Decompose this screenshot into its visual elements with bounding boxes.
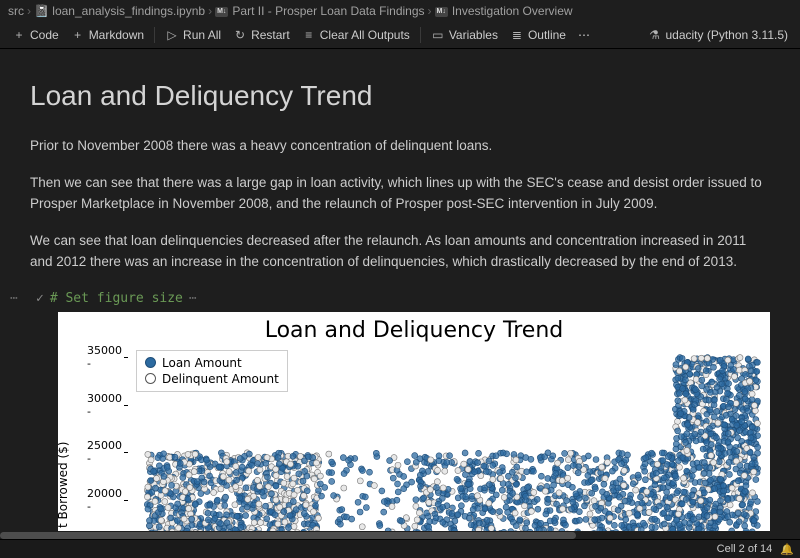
breadcrumb-seg[interactable]: M↓Part II - Prosper Loan Data Findings [215,4,424,18]
chevron-right-icon: › [27,4,31,18]
output-chart: Loan and Deliquency Trend Loan Amount De… [58,312,770,540]
code-preview: # Set figure size [50,291,183,306]
variables-icon: ▭ [431,28,445,42]
legend-marker-icon [145,357,156,368]
restart-button[interactable]: ↻Restart [227,26,296,44]
check-icon: ✓ [36,291,44,306]
kernel-icon: ⚗ [647,28,661,42]
ellipsis-icon: ⋯ [189,291,197,306]
outline-icon: ≣ [510,28,524,42]
breadcrumb-seg[interactable]: src [8,4,24,18]
markdown-icon: M↓ [435,7,448,17]
markdown-heading: Loan and Deliquency Trend [30,80,770,112]
chart-title: Loan and Deliquency Trend [58,312,770,343]
kernel-picker[interactable]: ⚗udacity (Python 3.11.5) [641,26,794,44]
restart-icon: ↻ [233,28,247,42]
chart-ytick: 20000 - [87,487,122,513]
collapsed-code-cell[interactable]: ⋯ ✓ # Set figure size ⋯ [36,291,770,306]
clear-outputs-button[interactable]: ≡Clear All Outputs [296,26,416,44]
clear-icon: ≡ [302,28,316,42]
add-code-button[interactable]: +Code [6,26,65,44]
toolbar-divider [420,27,421,43]
breadcrumb-seg[interactable]: M↓Investigation Overview [435,4,573,18]
chart-ytick: 30000 - [87,392,122,418]
breadcrumb-seg[interactable]: 📓 loan_analysis_findings.ipynb [34,4,205,18]
chevron-right-icon: › [208,4,212,18]
ellipsis-icon: ⋯ [10,291,18,306]
legend-marker-icon [145,373,156,384]
cell-position[interactable]: Cell 2 of 14 [717,543,773,555]
status-bar: Cell 2 of 14 🔔 [0,539,800,558]
chevron-right-icon: › [428,4,432,18]
notebook-toolbar: +Code +Markdown ▷Run All ↻Restart ≡Clear… [0,22,800,49]
plus-icon: + [12,28,26,42]
run-all-icon: ▷ [165,28,179,42]
run-all-button[interactable]: ▷Run All [159,26,227,44]
bell-icon[interactable]: 🔔 [780,543,794,556]
markdown-paragraph: Prior to November 2008 there was a heavy… [30,136,770,157]
more-button[interactable]: ⋯ [572,26,596,44]
markdown-paragraph: We can see that loan delinquencies decre… [30,231,770,273]
variables-button[interactable]: ▭Variables [425,26,504,44]
notebook-content: Loan and Deliquency Trend Prior to Novem… [0,48,800,540]
scrollbar-thumb[interactable] [0,532,576,539]
chart-ytick: 25000 - [87,439,122,465]
add-markdown-button[interactable]: +Markdown [65,26,150,44]
outline-button[interactable]: ≣Outline [504,26,572,44]
toolbar-divider [154,27,155,43]
chart-ylabel: t Borrowed ($) [58,441,70,527]
chart-ytick: 35000 - [87,344,122,370]
breadcrumb: src › 📓 loan_analysis_findings.ipynb › M… [0,0,800,22]
markdown-paragraph: Then we can see that there was a large g… [30,173,770,215]
plus-icon: + [71,28,85,42]
markdown-icon: M↓ [215,7,228,17]
chart-legend: Loan Amount Delinquent Amount [136,350,288,392]
